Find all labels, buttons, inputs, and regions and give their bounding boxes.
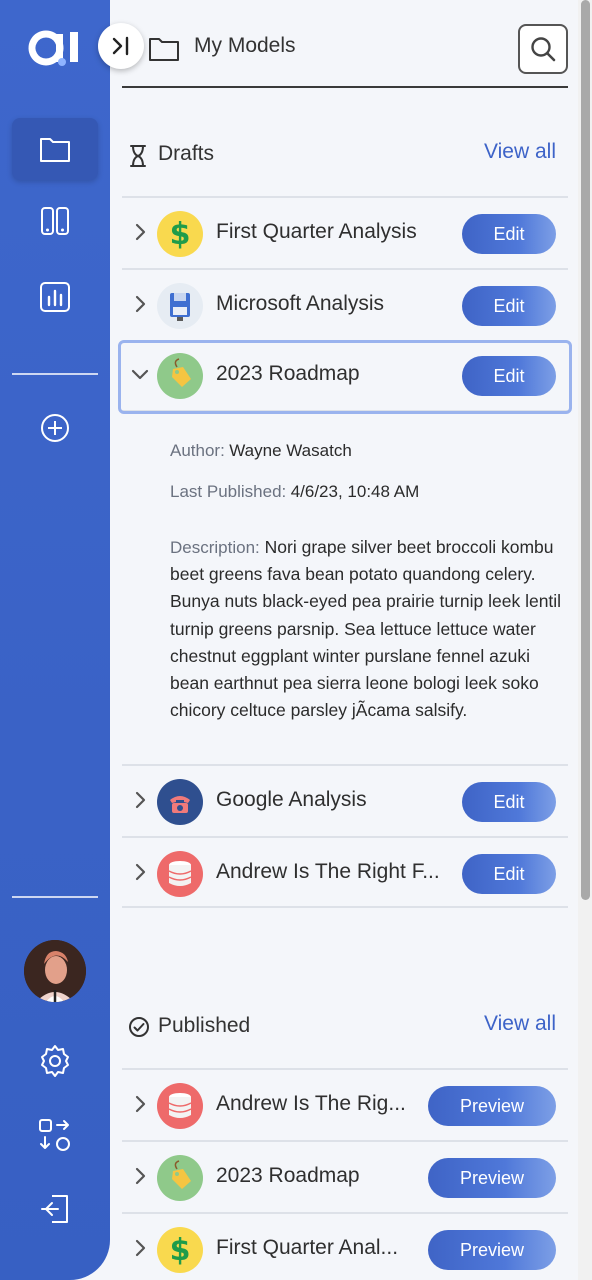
- drafts-list: $ First Quarter Analysis Edit Microsoft …: [118, 196, 572, 414]
- list-item[interactable]: 2023 Roadmap Preview: [122, 1140, 568, 1212]
- chart-icon: [40, 282, 70, 312]
- preview-button[interactable]: Preview: [428, 1230, 556, 1270]
- edit-button[interactable]: Edit: [462, 214, 556, 254]
- tag-icon: [157, 353, 203, 399]
- dollar-icon: $: [157, 1227, 203, 1273]
- floppy-icon: [157, 283, 203, 329]
- search-button[interactable]: [518, 24, 568, 74]
- sidebar-item-compare[interactable]: [12, 190, 98, 252]
- list-item[interactable]: Andrew Is The Right F... Edit: [122, 836, 568, 908]
- sidebar-divider: [12, 896, 98, 898]
- sidebar-item-add[interactable]: [12, 397, 98, 459]
- published-list: Andrew Is The Rig... Preview 2023 Roadma…: [122, 1068, 568, 1280]
- sidebar: [0, 0, 110, 1280]
- tag-icon: [157, 1155, 203, 1201]
- edit-button[interactable]: Edit: [462, 356, 556, 396]
- model-name[interactable]: First Quarter Analysis: [216, 220, 417, 244]
- edit-button[interactable]: Edit: [462, 782, 556, 822]
- edit-button[interactable]: Edit: [462, 854, 556, 894]
- description-label: Description:: [170, 538, 260, 557]
- database-icon: [157, 1083, 203, 1129]
- drafts-view-all-link[interactable]: View all: [484, 140, 556, 164]
- model-name[interactable]: Google Analysis: [216, 788, 367, 812]
- model-name[interactable]: Microsoft Analysis: [216, 292, 384, 316]
- sidebar-item-settings[interactable]: [12, 1030, 98, 1092]
- list-item[interactable]: Andrew Is The Rig... Preview: [122, 1068, 568, 1140]
- compare-icon: [41, 207, 69, 235]
- drafts-label: Drafts: [158, 142, 215, 165]
- author-label: Author:: [170, 441, 225, 460]
- check-circle-icon: [129, 1017, 149, 1037]
- list-item-expanded[interactable]: 2023 Roadmap Edit: [118, 340, 572, 414]
- add-icon: [41, 414, 69, 442]
- chevron-right-icon[interactable]: [130, 222, 150, 242]
- published-label: Published: [158, 1014, 251, 1037]
- chevron-right-icon[interactable]: [130, 1166, 150, 1186]
- scrollbar-thumb[interactable]: [581, 0, 590, 900]
- author-value: Wayne Wasatch: [229, 441, 352, 460]
- svg-text:$: $: [170, 217, 191, 252]
- chevron-right-icon[interactable]: [130, 1238, 150, 1258]
- collapse-sidebar-button[interactable]: [98, 23, 144, 69]
- logout-icon: [41, 1195, 68, 1223]
- preview-button[interactable]: Preview: [428, 1158, 556, 1198]
- avatar[interactable]: [24, 940, 86, 1002]
- sidebar-item-models[interactable]: [12, 118, 98, 180]
- description: Description: Nori grape silver beet broc…: [170, 534, 568, 724]
- published-view-all-link[interactable]: View all: [484, 1012, 556, 1036]
- edit-button[interactable]: Edit: [462, 286, 556, 326]
- model-name[interactable]: 2023 Roadmap: [216, 1164, 360, 1188]
- chevron-right-icon[interactable]: [130, 294, 150, 314]
- published-section-header: Published View all: [122, 1008, 568, 1048]
- list-item[interactable]: $ First Quarter Analysis Edit: [122, 196, 568, 268]
- list-item[interactable]: Google Analysis Edit: [122, 764, 568, 836]
- published-value: 4/6/23, 10:48 AM: [290, 482, 420, 501]
- sidebar-divider: [12, 373, 98, 375]
- settings-icon: [41, 1045, 69, 1077]
- drafts-list-continued: Google Analysis Edit Andrew Is The Right…: [122, 764, 568, 908]
- model-name[interactable]: 2023 Roadmap: [216, 362, 360, 386]
- svg-text:$: $: [170, 1233, 191, 1268]
- chevron-down-icon[interactable]: [130, 364, 150, 384]
- swap-icon: [39, 1119, 70, 1151]
- published-line: Last Published: 4/6/23, 10:48 AM: [170, 482, 419, 502]
- preview-button[interactable]: Preview: [428, 1086, 556, 1126]
- hourglass-icon: [130, 145, 146, 167]
- sidebar-item-switch[interactable]: [12, 1104, 98, 1166]
- sidebar-item-logout[interactable]: [12, 1178, 98, 1240]
- page-header: My Models: [122, 0, 568, 88]
- model-name[interactable]: Andrew Is The Right F...: [216, 860, 440, 884]
- phone-icon: [157, 779, 203, 825]
- drafts-section-header: Drafts View all: [122, 136, 568, 176]
- model-name[interactable]: Andrew Is The Rig...: [216, 1092, 406, 1116]
- collapse-icon: [112, 36, 129, 56]
- author-line: Author: Wayne Wasatch: [170, 441, 352, 461]
- folder-icon: [40, 138, 70, 162]
- app-logo[interactable]: [26, 28, 86, 68]
- sidebar-item-reports[interactable]: [12, 266, 98, 328]
- model-name[interactable]: First Quarter Anal...: [216, 1236, 398, 1260]
- chevron-right-icon[interactable]: [130, 790, 150, 810]
- description-text: Nori grape silver beet broccoli kombu be…: [170, 537, 562, 721]
- list-item[interactable]: $ First Quarter Anal... Preview: [122, 1212, 568, 1280]
- dollar-icon: $: [157, 211, 203, 257]
- search-icon: [531, 37, 556, 62]
- list-item[interactable]: Microsoft Analysis Edit: [122, 268, 568, 340]
- chevron-right-icon[interactable]: [130, 862, 150, 882]
- database-icon: [157, 851, 203, 897]
- page-title: My Models: [194, 34, 296, 57]
- folder-icon: [149, 38, 179, 61]
- published-label: Last Published:: [170, 482, 287, 501]
- chevron-right-icon[interactable]: [130, 1094, 150, 1114]
